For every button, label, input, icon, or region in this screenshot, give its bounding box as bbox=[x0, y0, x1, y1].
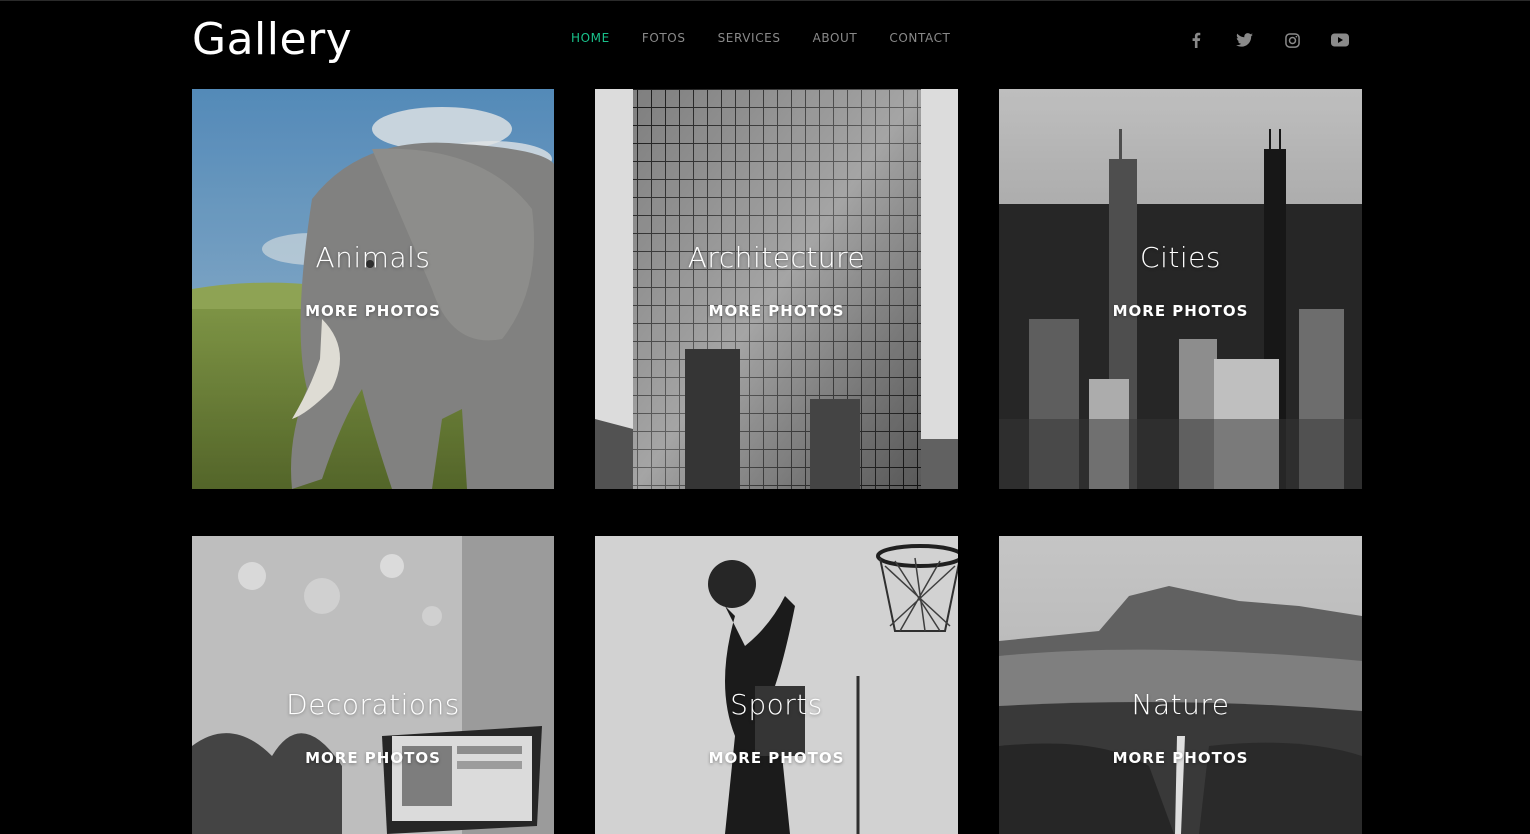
gallery-card-sports[interactable]: Sports MORE PHOTOS bbox=[595, 536, 958, 834]
gallery-card-animals[interactable]: Animals MORE PHOTOS bbox=[192, 89, 554, 489]
more-photos-link[interactable]: MORE PHOTOS bbox=[595, 302, 958, 320]
card-title: Animals bbox=[315, 241, 431, 274]
main-nav: HOME FOTOS SERVICES ABOUT CONTACT bbox=[571, 31, 950, 45]
card-overlay bbox=[595, 536, 958, 834]
gallery-card-nature[interactable]: Nature MORE PHOTOS bbox=[999, 536, 1362, 834]
nav-fotos[interactable]: FOTOS bbox=[642, 31, 686, 45]
instagram-icon[interactable] bbox=[1282, 30, 1302, 50]
facebook-icon[interactable] bbox=[1186, 30, 1206, 50]
nav-about[interactable]: ABOUT bbox=[813, 31, 858, 45]
more-photos-link[interactable]: MORE PHOTOS bbox=[595, 749, 958, 767]
card-overlay bbox=[999, 536, 1362, 834]
card-title: Sports bbox=[730, 688, 823, 721]
gallery-card-decorations[interactable]: Decorations MORE PHOTOS bbox=[192, 536, 554, 834]
youtube-icon[interactable] bbox=[1330, 30, 1350, 50]
site-logo[interactable]: Gallery bbox=[192, 8, 352, 72]
card-title: Nature bbox=[1131, 688, 1230, 721]
social-links bbox=[1186, 30, 1350, 50]
more-photos-link[interactable]: MORE PHOTOS bbox=[999, 749, 1362, 767]
card-overlay bbox=[192, 89, 554, 489]
nav-home[interactable]: HOME bbox=[571, 31, 610, 45]
nav-contact[interactable]: CONTACT bbox=[889, 31, 950, 45]
twitter-icon[interactable] bbox=[1234, 30, 1254, 50]
more-photos-link[interactable]: MORE PHOTOS bbox=[192, 749, 554, 767]
more-photos-link[interactable]: MORE PHOTOS bbox=[999, 302, 1362, 320]
card-title: Architecture bbox=[687, 241, 866, 274]
gallery-card-cities[interactable]: Cities MORE PHOTOS bbox=[999, 89, 1362, 489]
card-overlay bbox=[192, 536, 554, 834]
card-title: Cities bbox=[1140, 241, 1221, 274]
card-overlay bbox=[999, 89, 1362, 489]
gallery-card-architecture[interactable]: Architecture MORE PHOTOS bbox=[595, 89, 958, 489]
card-title: Decorations bbox=[286, 688, 460, 721]
nav-services[interactable]: SERVICES bbox=[718, 31, 781, 45]
card-overlay bbox=[595, 89, 958, 489]
more-photos-link[interactable]: MORE PHOTOS bbox=[192, 302, 554, 320]
top-border bbox=[0, 0, 1530, 1]
